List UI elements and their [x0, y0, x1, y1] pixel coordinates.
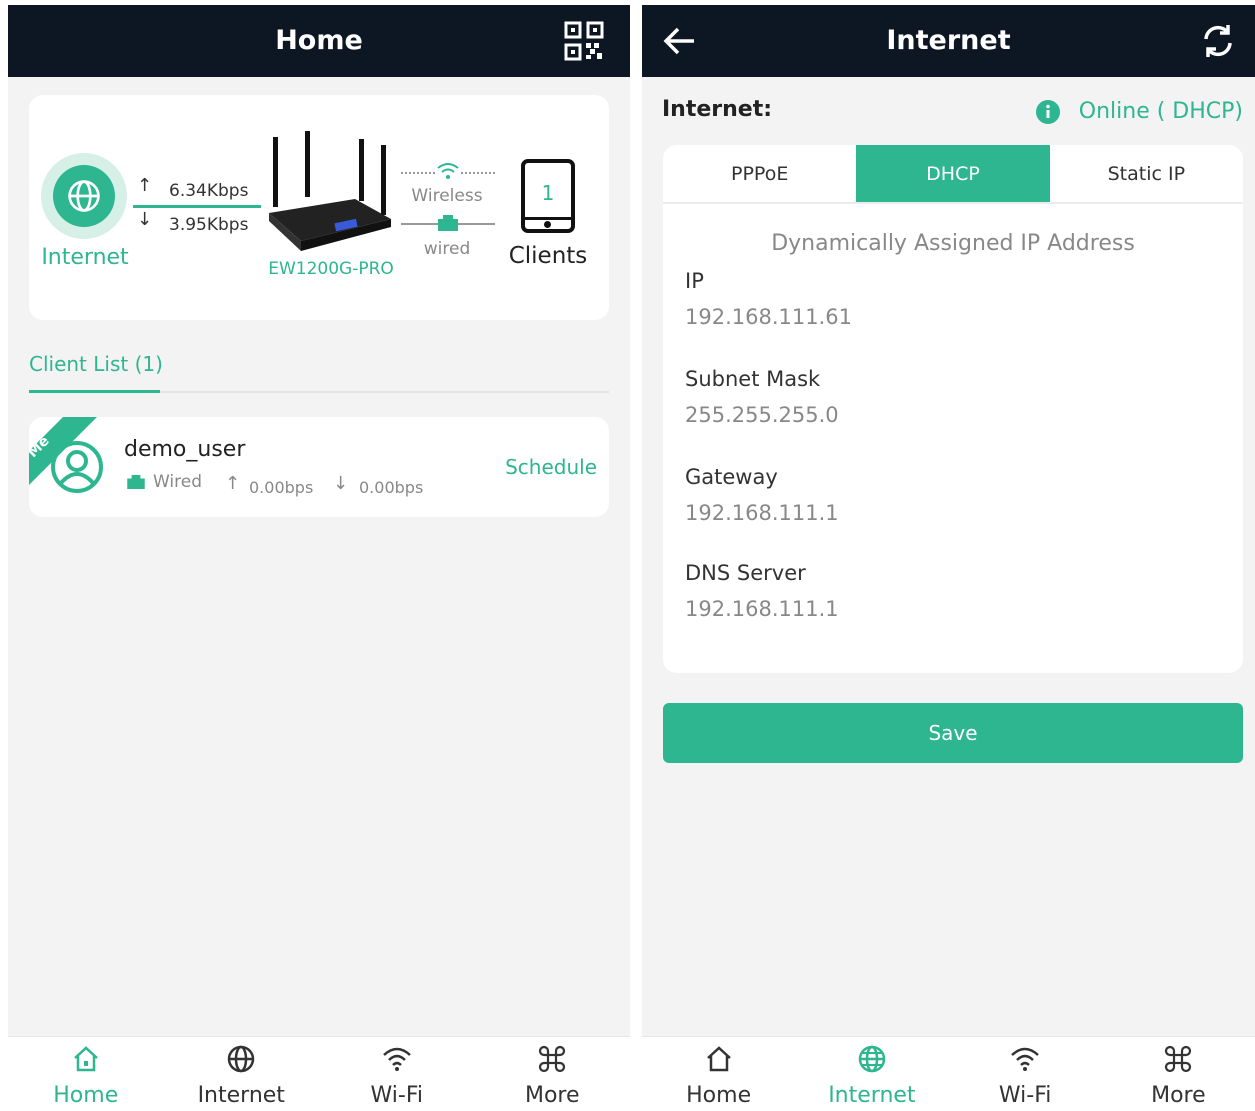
up-arrow-icon: ↑: [137, 175, 153, 196]
save-button[interactable]: Save: [663, 703, 1243, 763]
wifi-icon: [382, 1047, 411, 1071]
connection-status: Online ( DHCP): [1078, 99, 1243, 124]
wifi-small-icon: [436, 161, 460, 181]
schedule-link[interactable]: Schedule: [505, 455, 597, 479]
download-rate: 3.95Kbps: [169, 215, 249, 235]
upload-rate: 6.34Kbps: [169, 181, 249, 201]
wireless-label: Wireless: [411, 186, 483, 206]
tab-static-ip[interactable]: Static IP: [1050, 145, 1243, 202]
nav-more[interactable]: More: [1102, 1037, 1255, 1111]
wired-icon: [127, 475, 145, 489]
gateway-value: 192.168.111.1: [685, 501, 839, 525]
nav-wifi-label: Wi-Fi: [998, 1083, 1052, 1108]
client-card[interactable]: Me demo_user Wired ↑ 0.00bps ↓ 0.00bps S…: [29, 417, 609, 517]
wired-label: wired: [423, 239, 471, 259]
ethernet-port-icon: [438, 215, 458, 231]
internet-label: Internet:: [662, 97, 773, 122]
tab-indicator: [29, 390, 160, 393]
refresh-icon[interactable]: [1198, 21, 1238, 61]
more-icon: [539, 1045, 566, 1073]
nav-wifi-label: Wi-Fi: [370, 1083, 424, 1108]
client-upload-rate: 0.00bps: [249, 478, 314, 497]
phone-bar: [525, 217, 571, 220]
nav-wifi[interactable]: Wi-Fi: [949, 1037, 1102, 1111]
client-download-rate: 0.00bps: [359, 478, 424, 497]
internet-label: Internet: [41, 245, 129, 270]
user-avatar-icon: [51, 441, 103, 493]
ip-label: IP: [685, 269, 704, 293]
qr-code-icon[interactable]: [564, 21, 604, 61]
clients-phone-icon[interactable]: 1: [521, 159, 575, 233]
globe-icon: [228, 1045, 255, 1073]
ip-value: 192.168.111.61: [685, 305, 852, 329]
internet-header: Internet: [642, 5, 1255, 77]
nav-home-label: Home: [53, 1083, 119, 1108]
bottom-nav: Home Internet Wi-Fi More: [642, 1036, 1255, 1111]
nav-more[interactable]: More: [475, 1037, 631, 1111]
home-icon: [706, 1046, 731, 1072]
clients-label: Clients: [508, 243, 588, 269]
page-title: Internet: [886, 25, 1011, 56]
internet-node[interactable]: [53, 165, 115, 227]
router-model: EW1200G-PRO: [268, 259, 394, 279]
internet-link-line: [133, 205, 261, 208]
gateway-label: Gateway: [685, 465, 778, 489]
tab-dhcp[interactable]: DHCP: [856, 145, 1050, 202]
nav-more-label: More: [1151, 1083, 1206, 1108]
dns-server-label: DNS Server: [685, 561, 806, 585]
subnet-mask-value: 255.255.255.0: [685, 403, 839, 427]
subnet-mask-label: Subnet Mask: [685, 367, 821, 391]
page-title: Home: [275, 25, 363, 56]
internet-settings-card: PPPoE DHCP Static IP Dynamically Assigne…: [663, 145, 1243, 673]
nav-internet-label: Internet: [828, 1083, 916, 1108]
router-image: [269, 131, 391, 251]
wifi-icon: [1011, 1047, 1039, 1071]
home-icon: [73, 1046, 98, 1072]
section-title: Dynamically Assigned IP Address: [771, 231, 1135, 256]
dns-server-value: 192.168.111.1: [685, 597, 839, 621]
client-connection: Wired: [153, 472, 203, 492]
nav-home[interactable]: Home: [8, 1037, 164, 1111]
network-topology-card: Internet ↑ 6.34Kbps ↓ 3.95Kbps EW1200G-P…: [29, 95, 609, 320]
internet-screen: Internet Internet: Online ( DHCP) PPPoE …: [642, 5, 1255, 1111]
home-screen: Home Internet ↑ 6.34Kbps ↓ 3.95Kbps EW12…: [8, 5, 630, 1111]
nav-wifi[interactable]: Wi-Fi: [319, 1037, 475, 1111]
info-icon: [1036, 100, 1060, 124]
nav-internet[interactable]: Internet: [795, 1037, 948, 1111]
tab-client-list[interactable]: Client List (1): [29, 352, 163, 376]
nav-more-label: More: [524, 1083, 580, 1108]
client-up-arrow-icon: ↑: [225, 473, 241, 494]
mode-tabs: PPPoE DHCP Static IP: [663, 145, 1243, 204]
home-header: Home: [8, 5, 630, 77]
down-arrow-icon: ↓: [137, 209, 153, 230]
client-down-arrow-icon: ↓: [333, 473, 349, 494]
globe-icon: [68, 180, 100, 212]
tab-pppoe[interactable]: PPPoE: [663, 145, 856, 202]
nav-internet[interactable]: Internet: [164, 1037, 320, 1111]
nav-internet-label: Internet: [197, 1083, 285, 1108]
phone-button: [544, 221, 551, 228]
bottom-nav: Home Internet Wi-Fi More: [8, 1036, 630, 1111]
client-name: demo_user: [124, 437, 246, 462]
more-icon: [1165, 1045, 1192, 1073]
nav-home-label: Home: [686, 1083, 752, 1108]
clients-count: 1: [541, 181, 555, 205]
nav-home[interactable]: Home: [642, 1037, 795, 1111]
globe-icon: [858, 1045, 886, 1073]
